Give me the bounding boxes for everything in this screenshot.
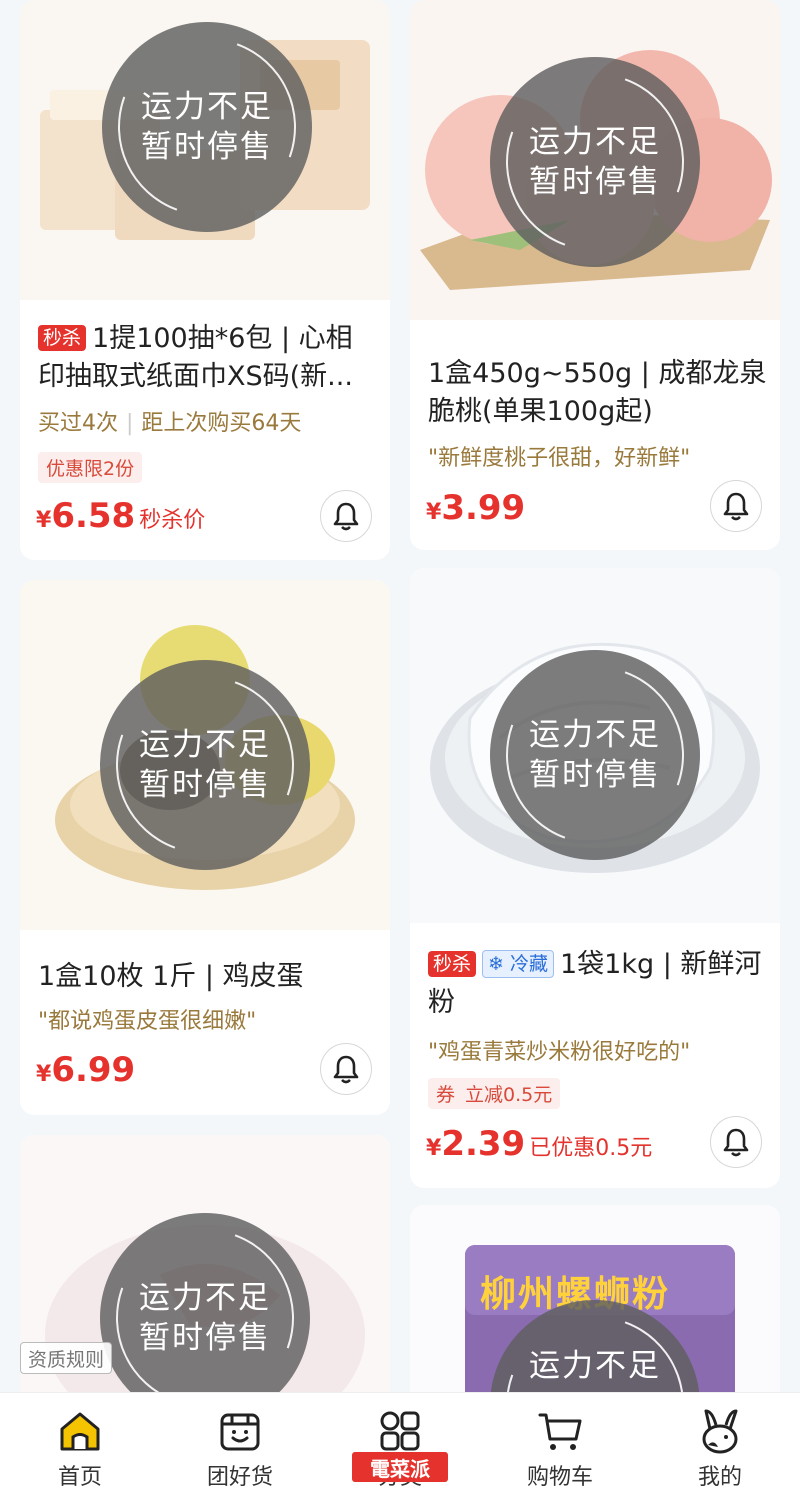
notify-button[interactable]: [710, 480, 762, 532]
bag-smile-icon: [220, 1413, 260, 1451]
watermark: 電菜派: [352, 1452, 448, 1482]
notify-button[interactable]: [320, 490, 372, 542]
purchase-history: 买过4次 | 距上次购买64天: [38, 411, 302, 436]
product-title[interactable]: 1盒450g~550g | 成都龙泉脆桃(单果100g起): [428, 355, 768, 431]
price: ¥3.99: [426, 488, 526, 528]
notify-button[interactable]: [710, 1116, 762, 1168]
sold-out-overlay: 运力不足 暂时停售: [476, 636, 714, 874]
home-icon: [60, 1412, 100, 1451]
price: ¥2.39 已优惠0.5元: [426, 1124, 653, 1164]
product-card-partial-left[interactable]: 运力不足 暂时停售: [20, 1135, 390, 1435]
flash-sale-tag: 秒杀: [38, 325, 87, 351]
sold-out-line1: 运力不足: [141, 88, 273, 125]
bottom-nav: 首页 团好货 分类 购: [0, 1392, 800, 1505]
nav-home[interactable]: 首页: [0, 1393, 160, 1505]
review-quote: "都说鸡蛋皮蛋很细嫩": [38, 1009, 257, 1034]
review-quote: "新鲜度桃子很甜，好新鲜": [428, 446, 691, 471]
bell-icon: [723, 492, 749, 521]
bell-icon: [333, 502, 359, 531]
product-title[interactable]: 秒杀 ❄ 冷藏 1袋1kg | 新鲜河粉: [428, 946, 768, 1022]
product-card-tissue[interactable]: 运力不足 暂时停售 秒杀 1提100抽*6包 | 心相印抽取式纸面巾XS码(新..…: [20, 0, 390, 560]
bell-icon: [333, 1055, 359, 1084]
bell-icon: [723, 1128, 749, 1157]
product-card-rice-noodle[interactable]: 运力不足 暂时停售 秒杀 ❄ 冷藏 1袋1kg | 新鲜河粉 "鸡蛋青菜炒米粉很好吃…: [410, 568, 780, 1188]
qualification-rules-link[interactable]: 资质规则: [20, 1342, 112, 1374]
nav-cart[interactable]: 购物车: [480, 1393, 640, 1505]
refrigerated-tag: ❄ 冷藏: [482, 950, 554, 978]
flash-sale-tag: 秒杀: [428, 951, 477, 977]
price: ¥6.58 秒杀价: [36, 496, 206, 536]
product-card-egg[interactable]: 运力不足 暂时停售 1盒10枚 1斤 | 鸡皮蛋 "都说鸡蛋皮蛋很细嫩" ¥6.…: [20, 580, 390, 1115]
nav-label: 首页: [57, 1465, 102, 1490]
product-card-peach[interactable]: 运力不足 暂时停售 1盒450g~550g | 成都龙泉脆桃(单果100g起) …: [410, 0, 780, 550]
grid-icon: [380, 1411, 420, 1451]
cart-icon: [538, 1413, 582, 1450]
nav-label: 团好货: [206, 1465, 273, 1490]
sold-out-overlay: 运力不足 暂时停售: [476, 43, 714, 281]
nav-category[interactable]: 分类: [320, 1393, 480, 1505]
product-title[interactable]: 秒杀 1提100抽*6包 | 心相印抽取式纸面巾XS码(新...: [38, 320, 378, 396]
nav-label: 我的: [697, 1465, 742, 1490]
nav-group-goods[interactable]: 团好货: [160, 1393, 320, 1505]
rabbit-icon: [702, 1409, 738, 1454]
notify-button[interactable]: [320, 1043, 372, 1095]
nav-label: 购物车: [526, 1465, 593, 1490]
nav-mine[interactable]: 我的: [640, 1393, 800, 1505]
limit-badge: 优惠限2份: [38, 452, 143, 483]
sold-out-line2: 暂时停售: [141, 129, 273, 165]
review-quote: "鸡蛋青菜炒米粉很好吃的": [428, 1040, 691, 1065]
sold-out-overlay: 运力不足 暂时停售: [88, 8, 326, 246]
product-grid-page: 运力不足 暂时停售 秒杀 1提100抽*6包 | 心相印抽取式纸面巾XS码(新..…: [0, 0, 800, 1505]
snowflake-icon: ❄: [488, 953, 504, 975]
product-title[interactable]: 1盒10枚 1斤 | 鸡皮蛋: [38, 958, 378, 996]
coupon-badge: 券立减0.5元: [428, 1078, 561, 1109]
price: ¥6.99: [36, 1050, 136, 1090]
sold-out-overlay: 运力不足 暂时停售: [86, 646, 324, 884]
